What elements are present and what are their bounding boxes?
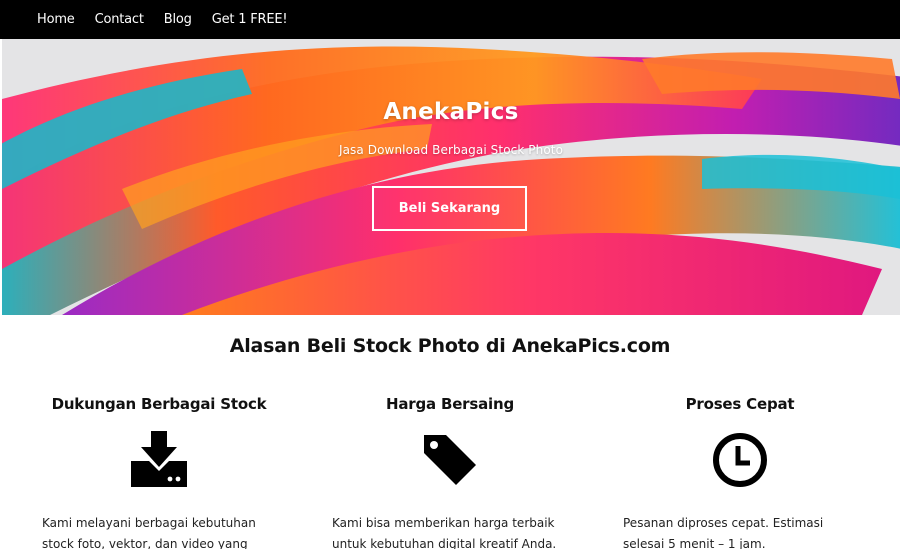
feature-fast-process: Proses Cepat Pesanan diproses cepat. Est… — [590, 395, 890, 549]
nav-contact-link[interactable]: Contact — [95, 12, 144, 27]
feature-title: Dukungan Berbagai Stock — [51, 395, 267, 413]
hero-title: AnekaPics — [383, 99, 519, 125]
buy-now-button[interactable]: Beli Sekarang — [372, 186, 527, 231]
nav-blog-link[interactable]: Blog — [164, 12, 192, 27]
feature-competitive-price: Harga Bersaing Kami bisa memberikan harg… — [300, 395, 600, 549]
feature-description: Kami bisa memberikan harga terbaik untuk… — [332, 516, 557, 549]
clock-icon — [590, 431, 890, 493]
nav-home-link[interactable]: Home — [37, 12, 75, 27]
download-icon — [9, 431, 309, 493]
hero-paint-stroke-image — [2, 39, 900, 315]
hero-subtitle: Jasa Download Berbagai Stock Photo — [338, 143, 564, 157]
section-title: Alasan Beli Stock Photo di AnekaPics.com — [229, 335, 671, 357]
nav-free-link[interactable]: Get 1 FREE! — [212, 12, 288, 27]
price-tag-icon — [300, 431, 600, 493]
feature-stock-support: Dukungan Berbagai Stock Kami melayani be… — [9, 395, 309, 549]
hero-banner: AnekaPics Jasa Download Berbagai Stock P… — [2, 39, 900, 315]
top-navigation: Home Contact Blog Get 1 FREE! — [0, 0, 900, 39]
feature-title: Proses Cepat — [685, 395, 795, 413]
feature-description: Kami melayani berbagai kebutuhan stock f… — [42, 516, 256, 549]
feature-title: Harga Bersaing — [386, 395, 514, 413]
feature-description: Pesanan diproses cepat. Estimasi selesai… — [623, 516, 824, 549]
